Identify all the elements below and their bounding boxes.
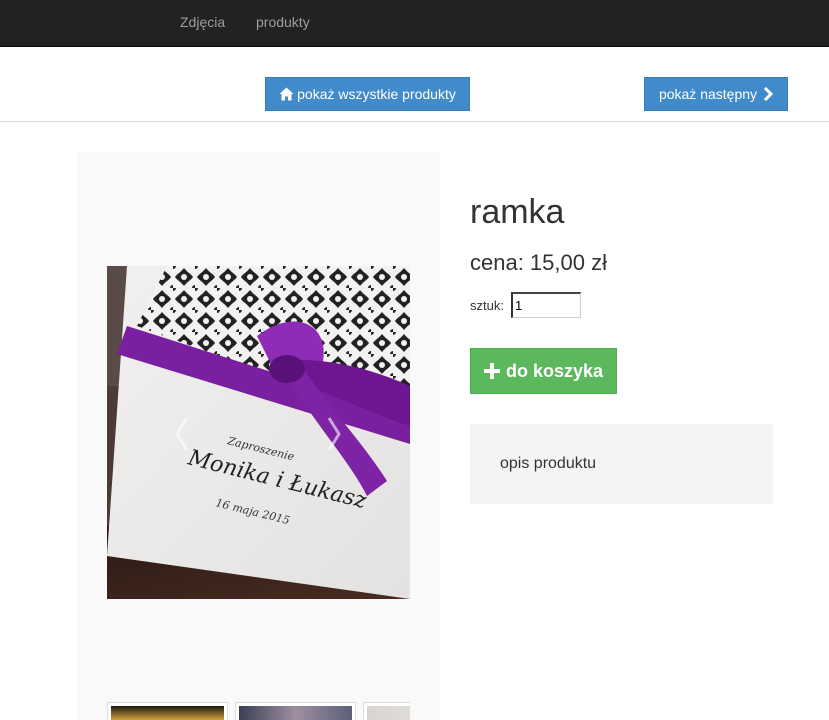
- quantity-input[interactable]: [511, 292, 581, 318]
- toolbar-divider: [0, 121, 829, 122]
- quantity-label: sztuk:: [470, 298, 504, 313]
- chevron-right-icon: [763, 87, 774, 101]
- home-icon: [279, 87, 294, 101]
- product-title: ramka: [470, 193, 565, 231]
- thumbnail-1[interactable]: [107, 702, 228, 720]
- thumbnail-3[interactable]: [363, 702, 410, 720]
- thumbnail-strip: [107, 702, 410, 720]
- product-description-box: opis produktu: [470, 424, 773, 504]
- nav-item-zdjecia[interactable]: Zdjęcia: [180, 14, 225, 30]
- product-price: cena: 15,00 zł: [470, 250, 607, 275]
- show-next-button[interactable]: pokaż następny: [644, 77, 788, 111]
- show-all-products-label: pokaż wszystkie produkty: [297, 86, 456, 102]
- product-main-image[interactable]: Zaproszenie Monika i Łukasz 16 maja 2015: [107, 266, 410, 599]
- thumbnail-2[interactable]: [235, 702, 356, 720]
- product-gallery: Zaproszenie Monika i Łukasz 16 maja 2015: [77, 152, 440, 720]
- plus-icon: [483, 363, 500, 379]
- add-to-cart-label: do koszyka: [505, 360, 604, 381]
- show-all-products-button[interactable]: pokaż wszystkie produkty: [265, 77, 470, 111]
- show-next-label: pokaż następny: [658, 86, 758, 102]
- add-to-cart-button[interactable]: do koszyka: [470, 348, 617, 394]
- product-description: opis produktu: [500, 455, 597, 472]
- top-navbar: Zdjęcia produkty: [0, 0, 829, 47]
- nav-item-produkty[interactable]: produkty: [256, 14, 310, 30]
